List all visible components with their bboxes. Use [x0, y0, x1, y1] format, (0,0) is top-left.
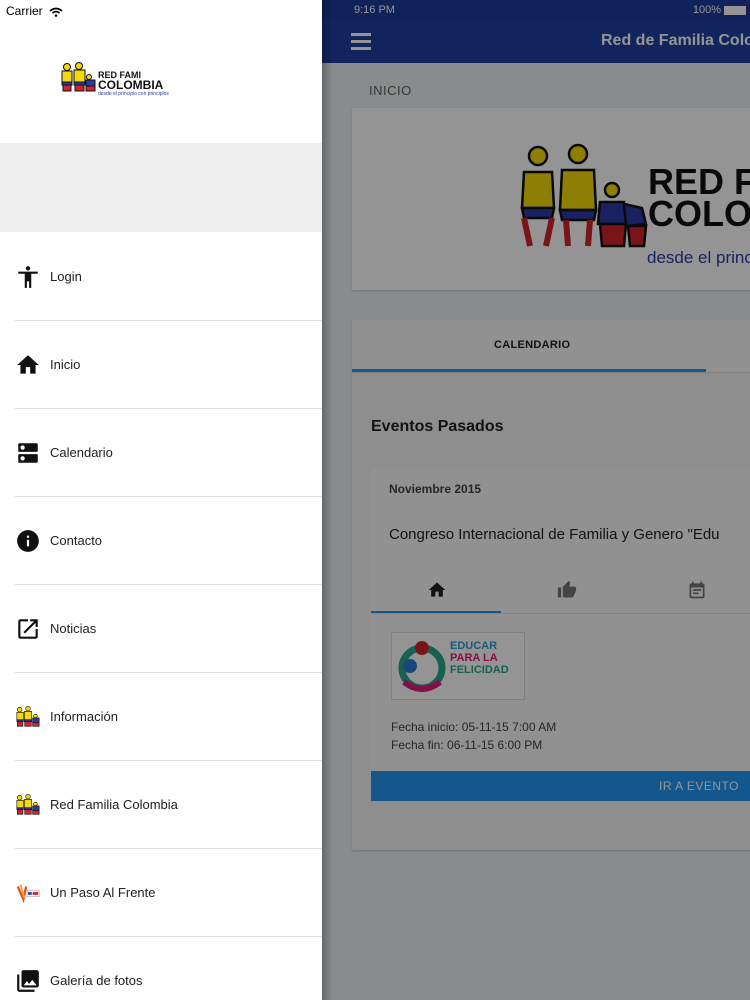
navigation-drawer: Carrier RED FAMI COLOMBIA desde el princ…: [0, 0, 322, 1000]
drawer-shadow: [322, 0, 332, 1000]
menu-label: Noticias: [50, 621, 97, 636]
un-paso-logo-icon: [16, 884, 40, 904]
carrier-label: Carrier: [6, 4, 63, 18]
menu-label: Un Paso Al Frente: [50, 885, 156, 900]
menu-item-login[interactable]: Login: [15, 233, 322, 321]
menu-item-un-paso-al-frente[interactable]: Un Paso Al Frente: [15, 849, 322, 937]
menu-item-informacion[interactable]: Información: [15, 673, 322, 761]
menu-item-contacto[interactable]: Contacto: [15, 497, 322, 585]
dns-icon: [18, 443, 38, 463]
person-icon: [18, 266, 38, 288]
menu-label: Información: [50, 709, 118, 724]
menu-label: Calendario: [50, 445, 113, 460]
menu-label: Contacto: [50, 533, 103, 548]
drawer-logo-line2: COLOMBIA: [98, 78, 164, 92]
family-logo-icon: [16, 705, 40, 727]
open-in-new-icon: [18, 619, 38, 639]
menu-item-noticias[interactable]: Noticias: [15, 585, 322, 673]
drawer-status-bar: Carrier: [0, 0, 322, 20]
info-icon: [17, 530, 39, 552]
menu-item-inicio[interactable]: Inicio: [15, 321, 322, 409]
family-logo-icon: [16, 793, 40, 815]
drawer-menu: Login Inicio Calendario Contacto Noticia…: [0, 233, 322, 1000]
menu-label: Inicio: [50, 357, 81, 372]
photo-icon: [17, 970, 39, 992]
menu-item-galeria-de-fotos[interactable]: Galería de fotos: [15, 937, 322, 1000]
drawer-header: RED FAMI COLOMBIA desde el principio con…: [0, 20, 322, 143]
scrim-overlay[interactable]: [322, 0, 750, 1000]
home-icon: [17, 355, 39, 374]
wifi-icon: [49, 7, 63, 17]
menu-label: Login: [50, 269, 82, 284]
drawer-header-band: [0, 143, 322, 232]
menu-label: Galería de fotos: [50, 973, 143, 988]
menu-label: Red Familia Colombia: [50, 797, 178, 812]
menu-item-red-familia-colombia[interactable]: Red Familia Colombia: [15, 761, 322, 849]
menu-item-calendario[interactable]: Calendario: [15, 409, 322, 497]
drawer-logo-slogan: desde el principio con principios: [98, 91, 169, 97]
